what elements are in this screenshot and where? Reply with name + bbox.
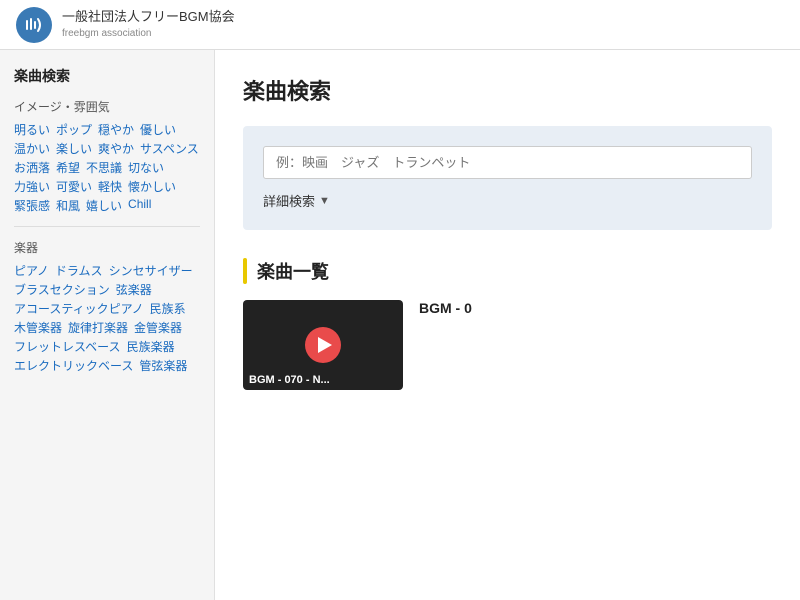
- tag-不思議[interactable]: 不思議: [86, 159, 122, 176]
- sidebar: 楽曲検索 イメージ・雰囲気 明るい ポップ 穏やか 優しい 温かい 楽しい 爽や…: [0, 50, 215, 600]
- tag-軽快[interactable]: 軽快: [98, 178, 122, 195]
- tag-管弦楽器[interactable]: 管弦楽器: [139, 357, 187, 374]
- tag-お洒落[interactable]: お洒落: [14, 159, 50, 176]
- tag-可愛い[interactable]: 可愛い: [56, 178, 92, 195]
- section-title-bar-icon: [243, 258, 247, 284]
- tag-アコースティックピアノ[interactable]: アコースティックピアノ: [14, 300, 144, 317]
- tag-和風[interactable]: 和風: [56, 197, 80, 214]
- play-button-icon[interactable]: [305, 327, 341, 363]
- tag-grid-image: 明るい ポップ 穏やか 優しい 温かい 楽しい 爽やか サスペンス お洒落 希望…: [14, 121, 200, 214]
- tag-緊張感[interactable]: 緊張感: [14, 197, 50, 214]
- logo-icon: [16, 7, 52, 43]
- thumbnail-title: BGM - 070 - N...: [249, 374, 330, 386]
- tag-弦楽器[interactable]: 弦楽器: [116, 281, 152, 298]
- music-list-section-header: 楽曲一覧: [243, 258, 772, 284]
- tag-シンセサイザー[interactable]: シンセサイザー: [109, 262, 193, 279]
- org-name: 一般社団法人フリーBGM協会 freebgm association: [62, 8, 235, 40]
- music-title: BGM - 0: [419, 300, 772, 316]
- tag-エレクトリックベース[interactable]: エレクトリックベース: [14, 357, 133, 374]
- tag-サスペンス[interactable]: サスペンス: [140, 140, 199, 157]
- tag-木管楽器[interactable]: 木管楽器: [14, 319, 62, 336]
- music-info: BGM - 0: [419, 300, 772, 390]
- tag-温かい[interactable]: 温かい: [14, 140, 50, 157]
- tag-明るい[interactable]: 明るい: [14, 121, 50, 138]
- main-content: 楽曲検索 詳細検索 ▼ 楽曲一覧 BGM - 070 - N... BGM - …: [215, 50, 800, 600]
- tag-切ない[interactable]: 切ない: [128, 159, 164, 176]
- detail-search-label: 詳細検索: [263, 191, 315, 210]
- sidebar-category-image: イメージ・雰囲気: [14, 98, 200, 115]
- tag-ポップ[interactable]: ポップ: [56, 121, 92, 138]
- tag-懐かしい[interactable]: 懐かしい: [128, 178, 176, 195]
- music-list-area: BGM - 070 - N... BGM - 0: [243, 300, 772, 390]
- tag-爽やか[interactable]: 爽やか: [98, 140, 134, 157]
- music-list-title: 楽曲一覧: [257, 258, 329, 284]
- tag-嬉しい[interactable]: 嬉しい: [86, 197, 122, 214]
- header: 一般社団法人フリーBGM協会 freebgm association: [0, 0, 800, 50]
- tag-ドラムス[interactable]: ドラムス: [55, 262, 103, 279]
- search-input-wrap[interactable]: [263, 146, 752, 179]
- sidebar-section-title: 楽曲検索: [14, 66, 200, 86]
- music-thumbnail[interactable]: BGM - 070 - N...: [243, 300, 403, 390]
- tag-旋律打楽器[interactable]: 旋律打楽器: [68, 319, 128, 336]
- tag-力強い[interactable]: 力強い: [14, 178, 50, 195]
- tag-chill[interactable]: Chill: [128, 197, 151, 214]
- sidebar-divider: [14, 226, 200, 227]
- tag-優しい[interactable]: 優しい: [140, 121, 176, 138]
- tag-楽しい[interactable]: 楽しい: [56, 140, 92, 157]
- search-input[interactable]: [276, 155, 739, 170]
- tag-民族系[interactable]: 民族系: [150, 300, 186, 317]
- detail-search-arrow-icon: ▼: [319, 195, 330, 207]
- tag-金管楽器[interactable]: 金管楽器: [134, 319, 182, 336]
- detail-search-button[interactable]: 詳細検索 ▼: [263, 191, 330, 210]
- sidebar-category-instrument: 楽器: [14, 239, 200, 256]
- layout: 楽曲検索 イメージ・雰囲気 明るい ポップ 穏やか 優しい 温かい 楽しい 爽や…: [0, 50, 800, 600]
- search-box-area: 詳細検索 ▼: [243, 126, 772, 230]
- tag-ピアノ[interactable]: ピアノ: [14, 262, 49, 279]
- page-title: 楽曲検索: [243, 74, 772, 106]
- tag-民族楽器[interactable]: 民族楽器: [127, 338, 175, 355]
- tag-希望[interactable]: 希望: [56, 159, 80, 176]
- tag-フレットレスベース[interactable]: フレットレスベース: [14, 338, 121, 355]
- tag-grid-instrument: ピアノ ドラムス シンセサイザー ブラスセクション 弦楽器 アコースティックピア…: [14, 262, 200, 374]
- tag-ブラスセクション[interactable]: ブラスセクション: [14, 281, 110, 298]
- tag-穏やか[interactable]: 穏やか: [98, 121, 134, 138]
